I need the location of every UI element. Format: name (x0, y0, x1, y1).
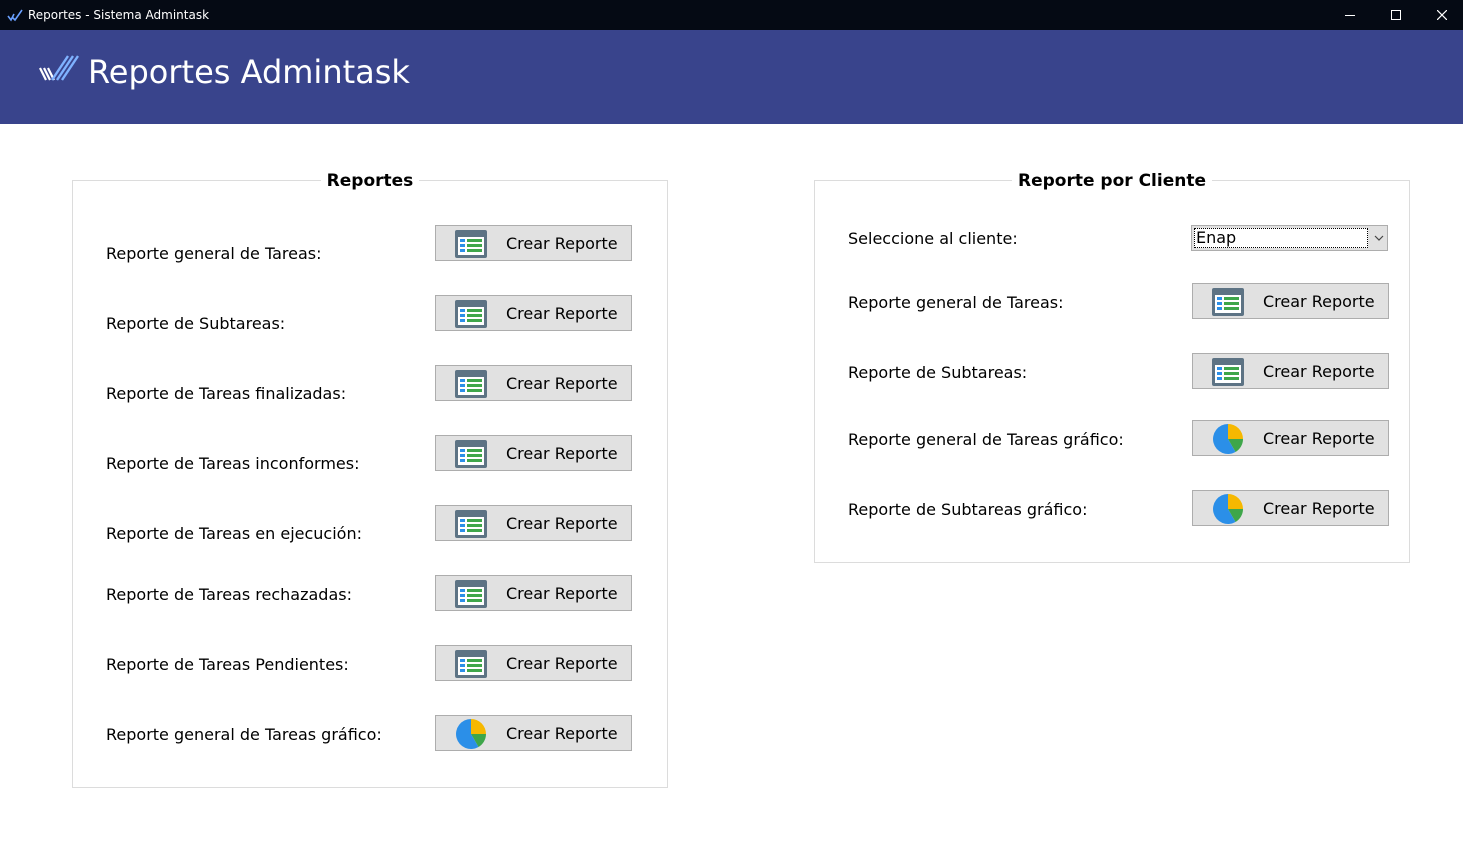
crear-reporte-label: Crear Reporte (506, 234, 618, 253)
crear-reporte-label: Crear Reporte (506, 584, 618, 603)
table-icon (1212, 358, 1244, 386)
client-select[interactable]: Enap (1191, 225, 1388, 251)
reportes-row-label: Reporte de Tareas finalizadas: (106, 384, 347, 403)
client-select-value: Enap (1194, 228, 1368, 248)
minimize-icon (1345, 15, 1355, 16)
reportes-row-label: Reporte general de Tareas gráfico: (106, 725, 382, 744)
pie-chart-icon (1213, 494, 1243, 524)
crear-reporte-button[interactable]: Crear Reporte (1192, 420, 1389, 456)
crear-reporte-button[interactable]: Crear Reporte (435, 505, 632, 541)
crear-reporte-button[interactable]: Crear Reporte (1192, 353, 1389, 389)
crear-reporte-label: Crear Reporte (1263, 292, 1375, 311)
reportes-row-label: Reporte de Tareas en ejecución: (106, 524, 362, 543)
crear-reporte-label: Crear Reporte (506, 514, 618, 533)
crear-reporte-label: Crear Reporte (506, 724, 618, 743)
crear-reporte-label: Crear Reporte (1263, 429, 1375, 448)
table-icon (455, 440, 487, 468)
minimize-button[interactable] (1327, 0, 1373, 30)
crear-reporte-label: Crear Reporte (506, 654, 618, 673)
window-title: Reportes - Sistema Admintask (28, 8, 210, 22)
cliente-group: Reporte por Cliente Seleccione al client… (814, 171, 1410, 563)
crear-reporte-button[interactable]: Crear Reporte (435, 645, 632, 681)
select-client-label: Seleccione al cliente: (848, 229, 1018, 248)
table-icon (1212, 288, 1244, 316)
crear-reporte-button[interactable]: Crear Reporte (1192, 490, 1389, 526)
crear-reporte-button[interactable]: Crear Reporte (435, 715, 632, 751)
app-icon (7, 9, 23, 22)
close-icon (1437, 10, 1447, 20)
window-titlebar: Reportes - Sistema Admintask (0, 0, 1463, 30)
reportes-row-label: Reporte de Tareas Pendientes: (106, 655, 349, 674)
reportes-row-label: Reporte general de Tareas: (106, 244, 322, 263)
maximize-icon (1391, 10, 1401, 20)
table-icon (455, 370, 487, 398)
crear-reporte-button[interactable]: Crear Reporte (435, 365, 632, 401)
crear-reporte-label: Crear Reporte (1263, 499, 1375, 518)
reportes-row-label: Reporte de Subtareas: (106, 314, 286, 333)
maximize-button[interactable] (1373, 0, 1419, 30)
cliente-row-label: Reporte de Subtareas: (848, 363, 1028, 382)
crear-reporte-button[interactable]: Crear Reporte (435, 575, 632, 611)
logo-icon (39, 55, 79, 81)
pie-chart-icon (456, 719, 486, 749)
crear-reporte-label: Crear Reporte (506, 374, 618, 393)
table-icon (455, 510, 487, 538)
chevron-down-icon (1374, 235, 1384, 241)
crear-reporte-label: Crear Reporte (1263, 362, 1375, 381)
crear-reporte-button[interactable]: Crear Reporte (435, 295, 632, 331)
crear-reporte-button[interactable]: Crear Reporte (435, 435, 632, 471)
cliente-row-label: Reporte general de Tareas gráfico: (848, 430, 1124, 449)
reportes-group: Reportes Reporte general de Tareas: Crear… (72, 171, 668, 788)
table-icon (455, 580, 487, 608)
reportes-group-title: Reportes (320, 171, 420, 191)
crear-reporte-label: Crear Reporte (506, 444, 618, 463)
reportes-row-label: Reporte de Tareas inconformes: (106, 454, 360, 473)
crear-reporte-button[interactable]: Crear Reporte (435, 225, 632, 261)
pie-chart-icon (1213, 424, 1243, 454)
cliente-row-label: Reporte general de Tareas: (848, 293, 1064, 312)
crear-reporte-button[interactable]: Crear Reporte (1192, 283, 1389, 319)
table-icon (455, 650, 487, 678)
app-title: Reportes Admintask (88, 53, 410, 91)
cliente-group-title: Reporte por Cliente (1012, 171, 1212, 191)
table-icon (455, 300, 487, 328)
table-icon (455, 230, 487, 258)
app-header: Reportes Admintask (0, 30, 1463, 124)
cliente-row-label: Reporte de Subtareas gráfico: (848, 500, 1088, 519)
close-button[interactable] (1419, 0, 1463, 30)
reportes-row-label: Reporte de Tareas rechazadas: (106, 585, 352, 604)
crear-reporte-label: Crear Reporte (506, 304, 618, 323)
